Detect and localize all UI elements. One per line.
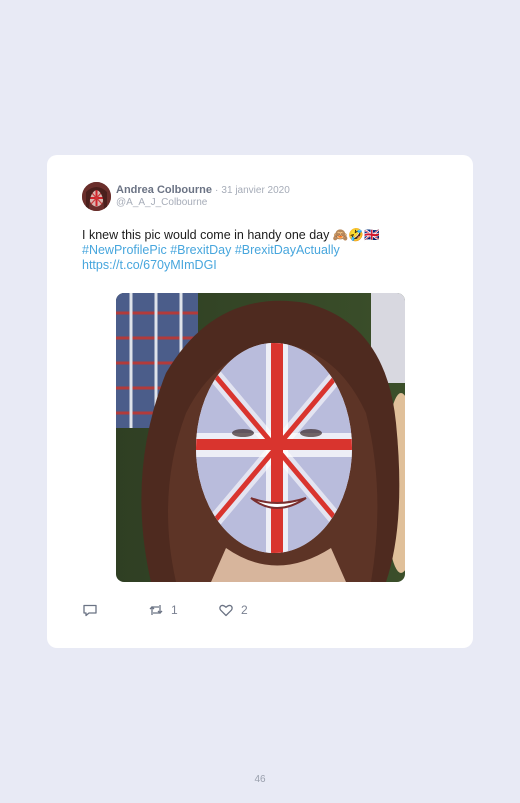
tweet-date[interactable]: 31 janvier 2020 (221, 185, 289, 196)
reply-button[interactable] (82, 602, 148, 618)
tweet-card: Andrea Colbourne · 31 janvier 2020 @A_A_… (47, 155, 473, 648)
like-count: 2 (241, 603, 248, 617)
tweet-header: Andrea Colbourne · 31 janvier 2020 @A_A_… (82, 182, 290, 211)
avatar[interactable] (82, 182, 111, 211)
reply-icon (83, 604, 97, 617)
tweet-text-plain: I knew this pic would come in handy one … (82, 228, 333, 242)
separator: · (215, 185, 219, 196)
emoji-group: 🙈🤣🇬🇧 (332, 228, 380, 242)
tweet-text: I knew this pic would come in handy one … (82, 228, 412, 273)
tweet-link[interactable]: https://t.co/670yMImDGI (82, 258, 412, 273)
heart-icon (219, 604, 233, 617)
hashtags[interactable]: #NewProfilePic #BrexitDay #BrexitDayActu… (82, 243, 412, 258)
like-button[interactable]: 2 (218, 602, 248, 618)
user-handle[interactable]: @A_A_J_Colbourne (116, 197, 290, 209)
tweet-photo[interactable] (116, 293, 405, 582)
display-name[interactable]: Andrea Colbourne (116, 184, 212, 196)
page-number: 46 (254, 774, 266, 785)
tweet-meta: Andrea Colbourne · 31 janvier 2020 @A_A_… (116, 184, 290, 209)
page: Andrea Colbourne · 31 janvier 2020 @A_A_… (0, 0, 520, 803)
tweet-actions: 1 2 (82, 602, 248, 618)
tweet-text-line: I knew this pic would come in handy one … (82, 228, 412, 243)
retweet-icon (149, 605, 163, 615)
retweet-button[interactable]: 1 (148, 602, 218, 618)
name-line: Andrea Colbourne · 31 janvier 2020 (116, 184, 290, 197)
retweet-count: 1 (171, 603, 178, 617)
